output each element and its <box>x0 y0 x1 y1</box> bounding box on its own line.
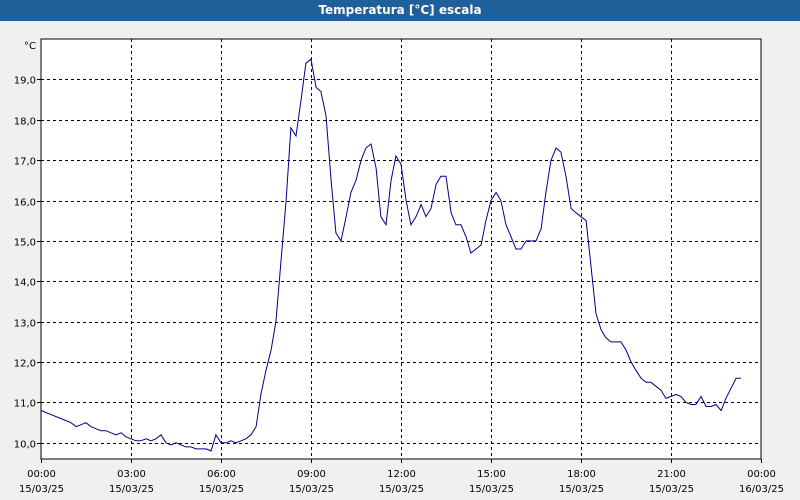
y-tick-label: 17,0 <box>14 157 36 168</box>
x-tick-date-label: 15/03/25 <box>19 484 64 495</box>
chart-panel: 10,0 11,0 12,0 13,0 14,0 15,0 16,0 17,0 18,0 19,0… <box>0 21 800 500</box>
x-tick-time-label: 03:00 <box>117 469 146 480</box>
temperature-line-chart: 10,0 11,0 12,0 13,0 14,0 15,0 16,0 17,0 18,0 19,0… <box>14 38 784 495</box>
x-tick-time-label: 00:00 <box>27 469 56 480</box>
x-tick-time-label: 00:00 <box>747 469 776 480</box>
x-tick-time-label: 06:00 <box>207 469 236 480</box>
y-tick-label: 14,0 <box>14 278 36 289</box>
x-axis-ticks: 00:00 15/03/25 03:00 15/03/25 06:00 15/03/25 0… <box>19 459 784 495</box>
x-tick-time-label: 09:00 <box>297 469 326 480</box>
y-tick-label: 18,0 <box>14 117 36 128</box>
y-axis-ticks: 10,0 11,0 12,0 13,0 14,0 15,0 16,0 17,0 18,0 19,0 <box>14 76 41 451</box>
x-tick-time-label: 18:00 <box>567 469 596 480</box>
y-tick-label: 16,0 <box>14 198 36 209</box>
y-tick-label: 19,0 <box>14 76 36 87</box>
x-tick-time-label: 21:00 <box>657 469 686 480</box>
y-axis-unit: °C <box>24 41 36 52</box>
x-tick-date-label: 15/03/25 <box>199 484 244 495</box>
x-tick-time-label: 15:00 <box>477 469 506 480</box>
y-tick-label: 15,0 <box>14 238 36 249</box>
x-tick-date-label: 15/03/25 <box>469 484 514 495</box>
y-tick-label: 12,0 <box>14 359 36 370</box>
x-tick-date-label: 15/03/25 <box>109 484 154 495</box>
x-tick-date-label: 15/03/25 <box>379 484 424 495</box>
chart-title: Temperatura [°C] escala <box>0 0 800 21</box>
y-tick-label: 13,0 <box>14 319 36 330</box>
x-tick-time-label: 12:00 <box>387 469 416 480</box>
x-tick-date-label: 15/03/25 <box>649 484 694 495</box>
y-tick-label: 11,0 <box>14 399 36 410</box>
x-tick-date-label: 15/03/25 <box>289 484 334 495</box>
x-tick-date-label: 15/03/25 <box>559 484 604 495</box>
x-tick-date-label: 16/03/25 <box>739 484 784 495</box>
y-tick-label: 10,0 <box>14 440 36 451</box>
